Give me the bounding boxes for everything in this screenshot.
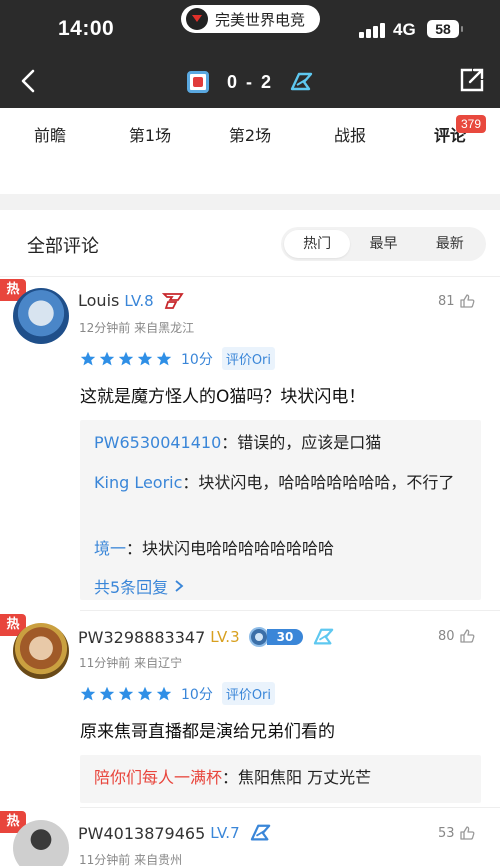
team-logo-left-icon bbox=[187, 71, 209, 93]
tab-report[interactable]: 战报 bbox=[300, 108, 400, 164]
signal-icon bbox=[359, 22, 385, 38]
reply-text: ：焦阳焦阳 万丈光芒 bbox=[222, 768, 372, 787]
comment-list: 全部评论 热门 最早 最新 热 Louis LV.8 12分钟前 来自黑龙江 8… bbox=[0, 210, 500, 866]
star-icon bbox=[99, 351, 115, 365]
view-more-replies-button[interactable]: 共5条回复 bbox=[94, 574, 184, 598]
star-icon bbox=[118, 686, 134, 700]
reply-box: PW6530041410：错误的，应该是口猫 King Leoric：块状闪电，… bbox=[80, 420, 481, 600]
reply-username[interactable]: 陪你们每人一满杯 bbox=[94, 768, 222, 787]
tab-preview[interactable]: 前瞻 bbox=[0, 108, 100, 164]
share-icon[interactable] bbox=[458, 66, 486, 94]
comment-text[interactable]: 原来焦哥直播都是演给兄弟们看的 bbox=[80, 717, 335, 742]
rating-target-tag: 评价Ori bbox=[221, 347, 276, 370]
star-icon bbox=[118, 351, 134, 365]
comment-username[interactable]: PW4013879465 LV.7 bbox=[78, 823, 274, 843]
user-level: LV.7 bbox=[210, 824, 240, 842]
app-source-label: 完美世界电竞 bbox=[215, 10, 306, 29]
thumbs-up-icon bbox=[459, 294, 474, 308]
star-icon bbox=[80, 351, 96, 365]
comment-text[interactable]: 这就是魔方怪人的O猫吗？块状闪电！ bbox=[80, 382, 365, 407]
reply-box: 陪你们每人一满杯：焦阳焦阳 万丈光芒 bbox=[80, 755, 481, 803]
reply-text: ：块状闪电哈哈哈哈哈哈哈哈 bbox=[126, 539, 335, 558]
comment-username[interactable]: Louis LV.8 bbox=[78, 291, 184, 310]
star-icon bbox=[156, 686, 172, 700]
match-score: 0 - 2 bbox=[187, 68, 315, 96]
rating-score: 10分 bbox=[181, 686, 213, 703]
reply-item[interactable]: King Leoric：块状闪电，哈哈哈哈哈哈哈，不行了 bbox=[94, 468, 469, 498]
rating-target-tag: 评价Ori bbox=[221, 682, 276, 705]
comment-count-badge: 379 bbox=[456, 115, 486, 133]
like-button[interactable]: 81 bbox=[438, 293, 475, 309]
user-level: LV.3 bbox=[210, 628, 240, 646]
star-icon bbox=[156, 351, 172, 365]
thumbs-up-icon bbox=[459, 826, 474, 840]
divider bbox=[80, 807, 500, 808]
battery-icon: 58 bbox=[427, 20, 463, 38]
like-button[interactable]: 80 bbox=[438, 628, 475, 644]
divider bbox=[80, 610, 500, 611]
divider bbox=[0, 276, 500, 277]
like-button[interactable]: 53 bbox=[438, 825, 475, 841]
sort-hot-button[interactable]: 热门 bbox=[284, 230, 351, 258]
network-type: 4G bbox=[393, 20, 416, 39]
sort-switch: 热门 最早 最新 bbox=[281, 227, 486, 261]
avatar[interactable] bbox=[13, 288, 69, 344]
comment-meta: 12分钟前 来自黑龙江 bbox=[79, 321, 195, 335]
username-text: Louis bbox=[78, 291, 120, 310]
sort-earliest-button[interactable]: 最早 bbox=[350, 230, 416, 258]
reply-item[interactable]: PW6530041410：错误的，应该是口猫 bbox=[94, 428, 469, 458]
reply-item[interactable]: 陪你们每人一满杯：焦阳焦阳 万丈光芒 bbox=[94, 763, 469, 793]
star-icon bbox=[137, 351, 153, 365]
reply-username[interactable]: King Leoric bbox=[94, 473, 182, 492]
rating-stars: 10分 评价Ori bbox=[80, 682, 276, 705]
reply-text: ：错误的，应该是口猫 bbox=[221, 433, 382, 452]
comment-meta: 11分钟前 来自辽宁 bbox=[79, 656, 183, 670]
comments-title: 全部评论 bbox=[27, 236, 99, 257]
username-text: PW3298883347 bbox=[78, 627, 206, 647]
tab-game-1[interactable]: 第1场 bbox=[100, 108, 200, 164]
comment-meta: 11分钟前 来自贵州 bbox=[79, 853, 183, 866]
reply-username[interactable]: PW6530041410 bbox=[94, 433, 221, 452]
reply-item[interactable]: 境一：块状闪电哈哈哈哈哈哈哈哈 bbox=[94, 534, 469, 564]
avatar[interactable] bbox=[13, 820, 69, 866]
score-text: 0 - 2 bbox=[227, 71, 274, 92]
like-count: 53 bbox=[438, 825, 455, 841]
chevron-right-icon bbox=[175, 580, 184, 592]
avatar[interactable] bbox=[13, 623, 69, 679]
sort-latest-button[interactable]: 最新 bbox=[417, 230, 483, 258]
team-logo-right-icon bbox=[290, 72, 313, 91]
team-logo-icon bbox=[314, 628, 334, 645]
rating-stars: 10分 评价Ori bbox=[80, 347, 276, 370]
app-source-pill[interactable]: 完美世界电竞 bbox=[181, 5, 320, 33]
star-icon bbox=[137, 686, 153, 700]
more-replies-label: 共5条回复 bbox=[94, 578, 169, 597]
user-level: LV.8 bbox=[124, 291, 154, 310]
app-logo-icon bbox=[186, 8, 208, 30]
team-logo-icon bbox=[250, 824, 270, 841]
rating-score: 10分 bbox=[181, 351, 213, 368]
star-icon bbox=[99, 686, 115, 700]
star-icon bbox=[80, 686, 96, 700]
thumbs-up-icon bbox=[459, 629, 474, 643]
medal-number: 30 bbox=[266, 629, 304, 645]
username-text: PW4013879465 bbox=[78, 823, 206, 843]
reply-username[interactable]: 境一 bbox=[94, 539, 126, 558]
match-tabs: 前瞻 第1场 第2场 战报 评论 bbox=[0, 108, 500, 164]
fan-medal: 30 bbox=[248, 626, 304, 648]
tab-game-2[interactable]: 第2场 bbox=[200, 108, 300, 164]
status-time: 14:00 bbox=[58, 17, 115, 40]
back-arrow-icon[interactable] bbox=[14, 66, 44, 96]
reply-text: ：块状闪电，哈哈哈哈哈哈哈，不行了 bbox=[182, 473, 455, 492]
like-count: 81 bbox=[438, 293, 455, 309]
team-badge-icon bbox=[161, 292, 184, 309]
tab-content-peek bbox=[0, 164, 500, 194]
comment-username[interactable]: PW3298883347 LV.3 30 bbox=[78, 626, 337, 648]
like-count: 80 bbox=[438, 628, 455, 644]
top-bar: 14:00 完美世界电竞 4G 58 0 - 2 bbox=[0, 0, 500, 108]
